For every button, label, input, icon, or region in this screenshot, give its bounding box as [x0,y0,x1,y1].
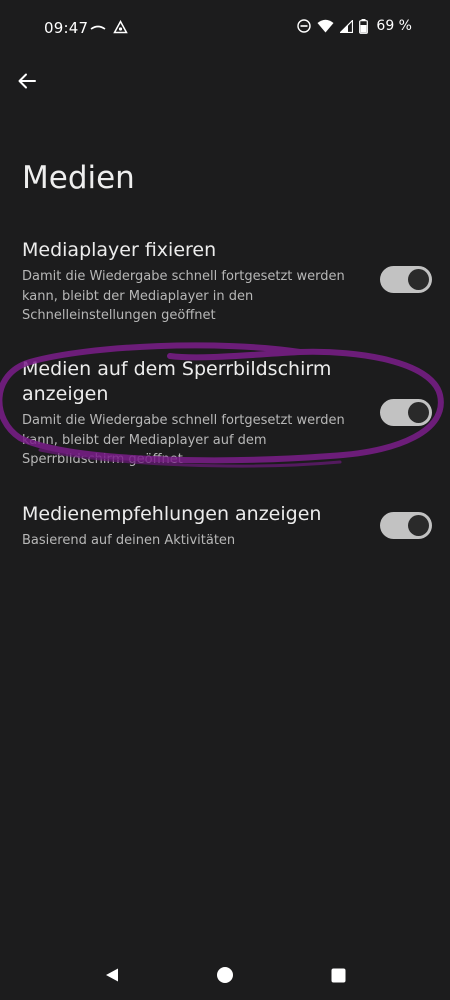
setting-title: Medienempfehlungen anzeigen [22,503,322,525]
recents-square-icon [331,968,346,983]
toggle-knob [408,515,429,536]
setting-title: Medien auf dem Sperrbildschirm anzeigen [22,358,332,405]
setting-description: Basierend auf deinen Aktivitäten [22,533,236,548]
wave-icon [90,23,106,33]
toggle-knob [408,269,429,290]
battery-icon [359,18,369,34]
setting-description: Damit die Wiedergabe schnell fortgesetzt… [22,413,345,467]
setting-mediaplayer-fixieren[interactable]: Mediaplayer fixieren Damit die Wiedergab… [22,238,432,326]
battery-percent: 69 % [376,18,412,34]
cell-signal-icon [340,19,354,33]
nav-home-button[interactable] [214,964,236,986]
page-title: Medien [22,160,135,196]
toggle-knob [408,402,429,423]
setting-title: Mediaplayer fixieren [22,239,217,261]
home-circle-icon [216,966,234,984]
arrow-back-icon [18,73,36,89]
toggle-switch[interactable] [380,512,432,539]
setting-medien-sperrbildschirm[interactable]: Medien auf dem Sperrbildschirm anzeigen … [22,357,432,470]
toggle-switch[interactable] [380,399,432,426]
wifi-icon [317,19,334,33]
toggle-switch[interactable] [380,266,432,293]
back-triangle-icon [104,967,120,983]
nav-back-button[interactable] [101,964,123,986]
back-button[interactable] [12,66,42,96]
do-not-disturb-icon [297,19,312,33]
status-time: 09:47 [44,19,89,37]
nav-recents-button[interactable] [327,964,349,986]
navigation-app-icon [113,20,128,35]
status-bar: 09:47 69 % [0,0,450,56]
setting-description: Damit die Wiedergabe schnell fortgesetzt… [22,269,345,323]
setting-medienempfehlungen[interactable]: Medienempfehlungen anzeigen Basierend au… [22,502,432,551]
navigation-bar [0,950,450,1000]
hand-drawn-circle-annotation [0,342,444,468]
